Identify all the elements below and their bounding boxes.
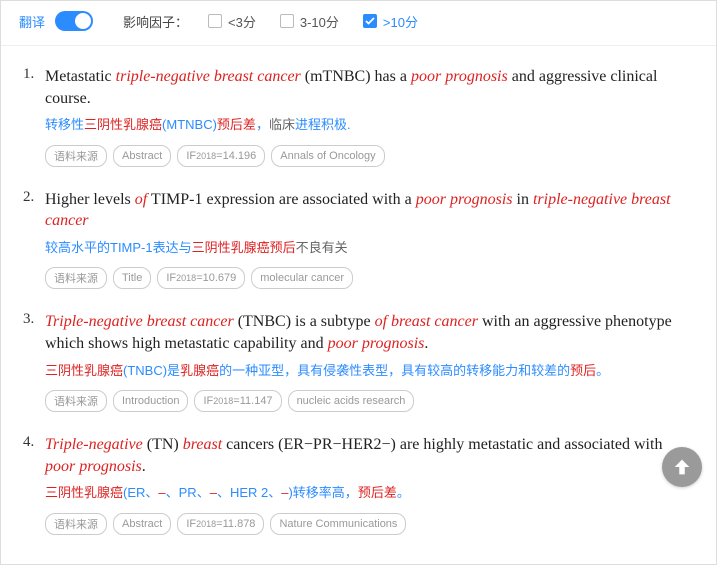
- tag-section[interactable]: Abstract: [113, 145, 171, 167]
- scroll-to-top-button[interactable]: [662, 447, 702, 487]
- result-number: 3.: [23, 311, 45, 412]
- tag-journal[interactable]: Nature Communications: [270, 513, 406, 535]
- translate-toggle[interactable]: [55, 11, 93, 31]
- tag-journal[interactable]: molecular cancer: [251, 267, 353, 289]
- result-english: Triple-negative (TN) breast cancers (ER−…: [45, 434, 694, 477]
- tag-impact-factor[interactable]: IF2018=10.679: [157, 267, 245, 289]
- tag-source[interactable]: 语料来源: [45, 390, 107, 412]
- tag-journal[interactable]: nucleic acids research: [288, 390, 415, 412]
- results-list: 1.Metastatic triple-negative breast canc…: [1, 46, 716, 543]
- tag-source[interactable]: 语料来源: [45, 145, 107, 167]
- result-tags: 语料来源 Introduction IF2018=11.147 nucleic aci…: [45, 390, 694, 412]
- result-translation: 转移性三阴性乳腺癌(MTNBC)预后差，临床进程积极.: [45, 115, 694, 135]
- result-translation: 三阴性乳腺癌(ER、–、PR、–、HER 2、–)转移率高，预后差。: [45, 483, 694, 503]
- result-translation: 三阴性乳腺癌(TNBC)是乳腺癌的一种亚型，具有侵袭性表型，具有较高的转移能力和…: [45, 361, 694, 381]
- checkbox-label: 3-10分: [300, 12, 339, 31]
- tag-journal[interactable]: Annals of Oncology: [271, 145, 384, 167]
- tag-section[interactable]: Abstract: [113, 513, 171, 535]
- arrow-up-icon: [671, 456, 693, 478]
- checkbox-icon: [208, 14, 222, 28]
- result-item: 3.Triple-negative breast cancer (TNBC) i…: [1, 297, 716, 420]
- tag-impact-factor[interactable]: IF2018=11.878: [177, 513, 264, 535]
- tag-impact-factor[interactable]: IF2018=11.147: [194, 390, 281, 412]
- checkbox-icon: [363, 14, 377, 28]
- result-number: 1.: [23, 66, 45, 167]
- checkbox-label: >10分: [383, 12, 418, 31]
- filter-bar: 翻译 影响因子： <3分 3-10分 >10分: [1, 1, 716, 46]
- tag-section[interactable]: Introduction: [113, 390, 188, 412]
- checkbox-label: <3分: [228, 12, 256, 31]
- result-item: 1.Metastatic triple-negative breast canc…: [1, 52, 716, 175]
- tag-source[interactable]: 语料来源: [45, 513, 107, 535]
- filter-impact-1[interactable]: 3-10分: [280, 12, 339, 31]
- result-tags: 语料来源 Title IF2018=10.679 molecular cancer: [45, 267, 694, 289]
- result-item: 4.Triple-negative (TN) breast cancers (E…: [1, 420, 716, 543]
- result-english: Triple-negative breast cancer (TNBC) is …: [45, 311, 694, 354]
- checkbox-icon: [280, 14, 294, 28]
- filter-impact-2[interactable]: >10分: [363, 12, 418, 31]
- result-english: Metastatic triple-negative breast cancer…: [45, 66, 694, 109]
- result-translation: 较高水平的TIMP-1表达与三阴性乳腺癌预后不良有关: [45, 238, 694, 258]
- result-number: 4.: [23, 434, 45, 535]
- impact-factor-label: 影响因子：: [123, 12, 188, 31]
- result-item: 2.Higher levels of TIMP-1 expression are…: [1, 175, 716, 298]
- result-english: Higher levels of TIMP-1 expression are a…: [45, 189, 694, 232]
- tag-impact-factor[interactable]: IF2018=14.196: [177, 145, 265, 167]
- result-tags: 语料来源 Abstract IF2018=14.196 Annals of Oncol…: [45, 145, 694, 167]
- result-number: 2.: [23, 189, 45, 290]
- filter-impact-0[interactable]: <3分: [208, 12, 256, 31]
- tag-source[interactable]: 语料来源: [45, 267, 107, 289]
- translate-label: 翻译: [19, 12, 45, 31]
- tag-section[interactable]: Title: [113, 267, 151, 289]
- result-tags: 语料来源 Abstract IF2018=11.878 Nature Communic…: [45, 513, 694, 535]
